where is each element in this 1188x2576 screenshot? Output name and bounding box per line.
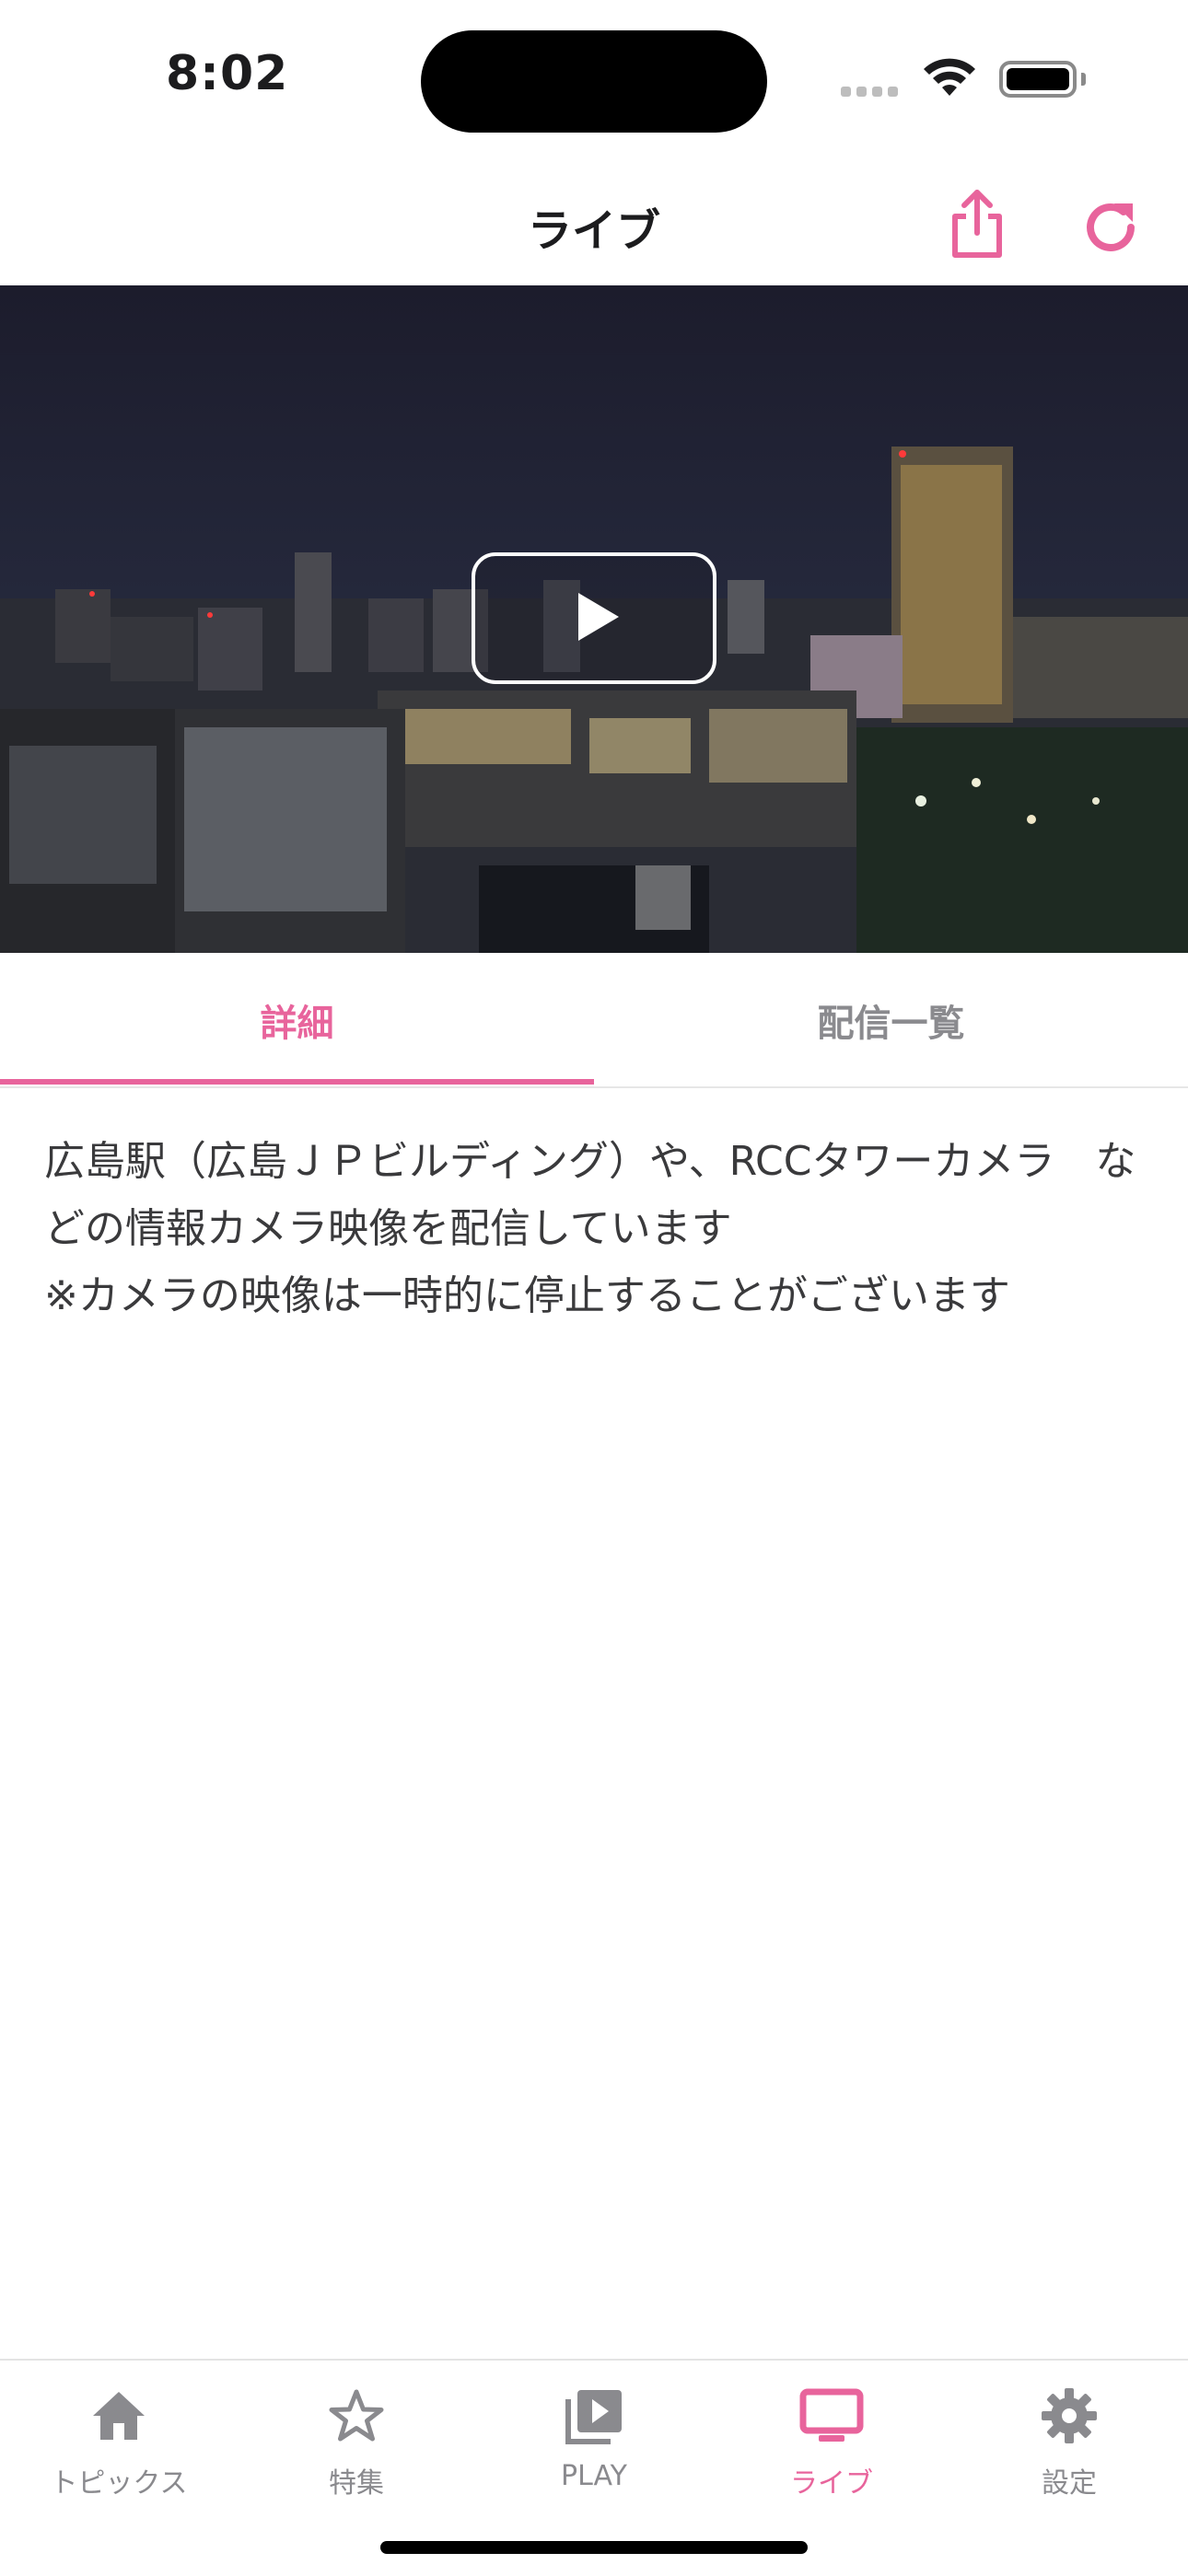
tabbar-item-settings[interactable]: 設定: [950, 2361, 1188, 2526]
tabbar-label: PLAY: [560, 2460, 627, 2492]
active-tab-indicator: [0, 1079, 594, 1085]
home-indicator: [380, 2541, 808, 2554]
dynamic-island: [421, 30, 767, 133]
play-icon: [578, 593, 619, 641]
tabbar-item-features[interactable]: 特集: [238, 2361, 475, 2526]
reload-button[interactable]: [1077, 194, 1144, 261]
gear-icon: [950, 2379, 1188, 2453]
battery-icon: [999, 61, 1086, 98]
tab-details[interactable]: 詳細: [0, 953, 594, 1086]
status-time: 8:02: [166, 46, 289, 101]
cellular-signal-icon: [841, 83, 903, 100]
home-icon: [0, 2379, 238, 2453]
tabbar-item-topics[interactable]: トピックス: [0, 2361, 238, 2526]
star-icon: [238, 2379, 475, 2453]
detail-tabs: 詳細 配信一覧: [0, 953, 1188, 1088]
status-bar: 8:02: [0, 0, 1188, 161]
share-icon: [952, 190, 1002, 258]
reload-icon: [1087, 203, 1135, 251]
tabbar-item-play[interactable]: PLAY: [475, 2361, 713, 2526]
play-button[interactable]: [472, 552, 716, 684]
tabbar-item-live[interactable]: ライブ: [713, 2361, 950, 2526]
tabbar-label: トピックス: [50, 2467, 188, 2500]
tabbar-label: ライブ: [790, 2467, 873, 2500]
live-description: 広島駅（広島ＪＰビルディング）や、RCCタワーカメラ などの情報カメラ映像を配信…: [44, 1138, 1136, 1319]
navigation-bar: ライブ: [0, 161, 1188, 285]
share-button[interactable]: [944, 187, 1010, 261]
wifi-icon: [921, 57, 978, 101]
tv-icon: [713, 2379, 950, 2453]
tabbar-label: 特集: [329, 2467, 384, 2500]
tabbar-label: 設定: [1042, 2467, 1097, 2500]
live-video-player[interactable]: [0, 285, 1188, 953]
tab-stream-list[interactable]: 配信一覧: [594, 953, 1188, 1086]
video-library-icon: [475, 2379, 713, 2453]
